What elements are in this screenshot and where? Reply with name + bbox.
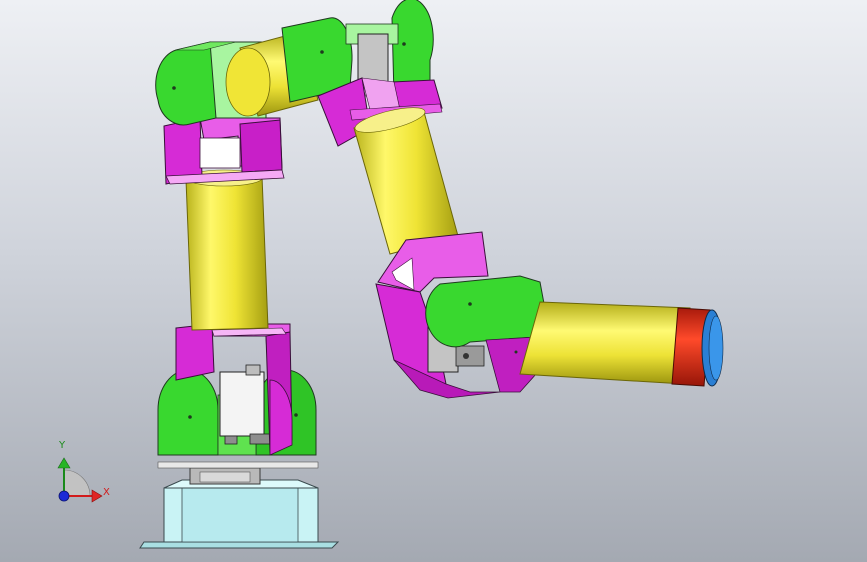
end-effector-tube[interactable] — [519, 301, 724, 387]
x-axis-label: X — [103, 487, 110, 498]
coordinate-triad — [57, 457, 103, 503]
z-axis-origin-icon — [58, 490, 70, 502]
y-axis-label: Y — [59, 440, 66, 451]
base-assembly[interactable] — [139, 461, 340, 549]
robot-arm-model[interactable] — [0, 0, 867, 562]
forearm-link-tube[interactable] — [353, 103, 459, 255]
shoulder-bracket[interactable] — [163, 117, 285, 185]
base-servo[interactable] — [219, 364, 273, 445]
lower-link-tube[interactable] — [185, 169, 269, 331]
cad-3d-viewport[interactable]: Y X — [0, 0, 867, 562]
